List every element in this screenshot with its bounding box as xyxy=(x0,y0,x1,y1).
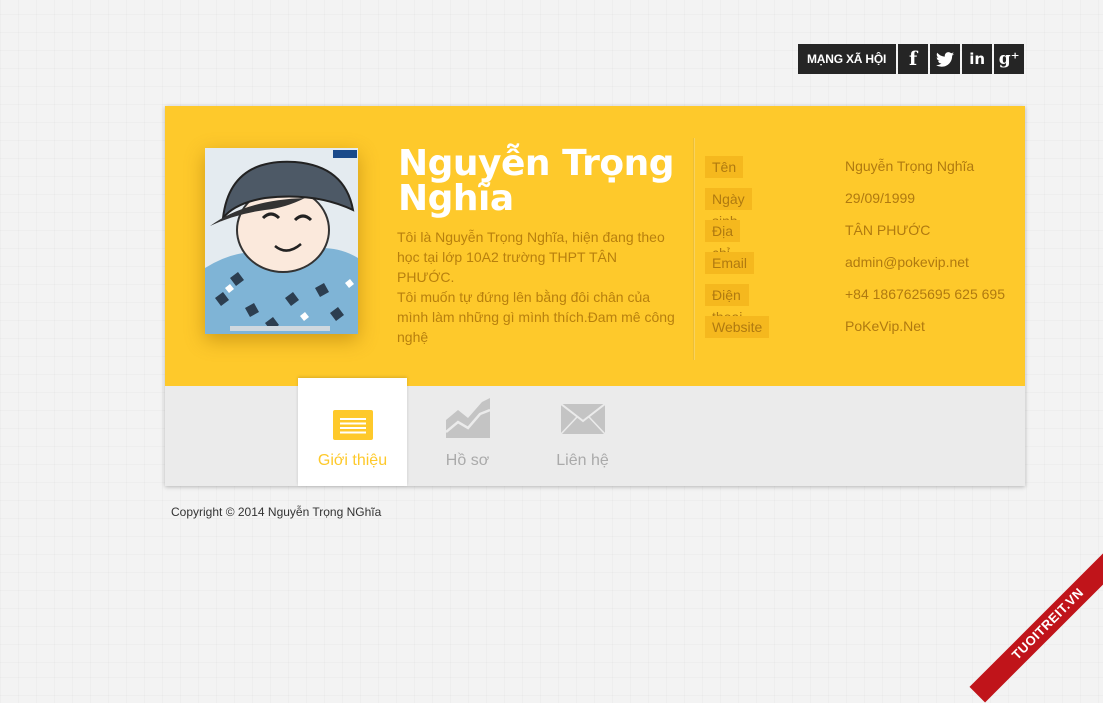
info-label: Website xyxy=(705,316,770,338)
info-value: TÂN PHƯỚC xyxy=(845,222,931,238)
social-bar: MẠNG XÃ HỘI f in g⁺ xyxy=(798,44,1025,74)
google-plus-button[interactable]: g⁺ xyxy=(994,44,1025,74)
tab-lien-he[interactable]: Liên hệ xyxy=(528,378,637,486)
bio-paragraph-2: Tôi muốn tự đứng lên bằng đôi chân của m… xyxy=(397,289,675,345)
info-label: Điện thoại xyxy=(705,284,750,325)
tab-label: Hồ sơ xyxy=(445,452,490,469)
bio-paragraph-1: Tôi là Nguyễn Trọng Nghĩa, hiện đang the… xyxy=(397,229,665,285)
tab-bar: Giới thiệu Hồ sơ Liên hệ xyxy=(165,378,1025,486)
linkedin-icon: in xyxy=(969,50,986,68)
tab-label: Liên hệ xyxy=(556,452,609,469)
chart-icon xyxy=(445,398,490,438)
tab-label: Giới thiệu xyxy=(317,452,388,469)
info-label: Địa chỉ xyxy=(705,220,741,261)
twitter-button[interactable] xyxy=(930,44,961,74)
info-value: PoKeVip.Net xyxy=(845,318,925,334)
avatar xyxy=(205,148,358,334)
info-value: Nguyễn Trọng Nghĩa xyxy=(845,158,975,174)
copyright-text: Copyright © 2014 Nguyễn Trọng NGhĩa xyxy=(171,505,382,519)
profile-header: Nguyễn Trọng Nghĩa Tôi là Nguyễn Trọng N… xyxy=(165,106,1025,386)
list-icon xyxy=(332,410,373,440)
info-value: 29/09/1999 xyxy=(845,190,916,206)
info-value: +84 1867625695 625 695 xyxy=(845,286,1005,302)
envelope-icon xyxy=(560,404,605,434)
tab-ho-so[interactable]: Hồ sơ xyxy=(413,378,522,486)
profile-bio: Tôi là Nguyễn Trọng Nghĩa, hiện đang the… xyxy=(397,227,677,347)
tab-gioi-thieu[interactable]: Giới thiệu xyxy=(298,378,407,486)
google-plus-icon: g⁺ xyxy=(998,49,1020,69)
watermark-ribbon: TUOITREIT.VN xyxy=(969,545,1103,703)
avatar-cartoon-image xyxy=(205,148,358,334)
twitter-icon xyxy=(936,51,955,67)
info-label: Tên xyxy=(705,156,744,178)
info-label: Email xyxy=(705,252,755,274)
info-value: admin@pokevip.net xyxy=(845,254,969,270)
facebook-icon: f xyxy=(909,48,918,70)
social-label: MẠNG XÃ HỘI xyxy=(798,44,897,74)
profile-card: Nguyễn Trọng Nghĩa Tôi là Nguyễn Trọng N… xyxy=(165,106,1025,486)
info-label: Ngày sinh xyxy=(705,188,752,229)
vertical-divider xyxy=(693,138,695,360)
profile-name: Nguyễn Trọng Nghĩa xyxy=(398,143,675,219)
linkedin-button[interactable]: in xyxy=(962,44,993,74)
facebook-button[interactable]: f xyxy=(898,44,929,74)
